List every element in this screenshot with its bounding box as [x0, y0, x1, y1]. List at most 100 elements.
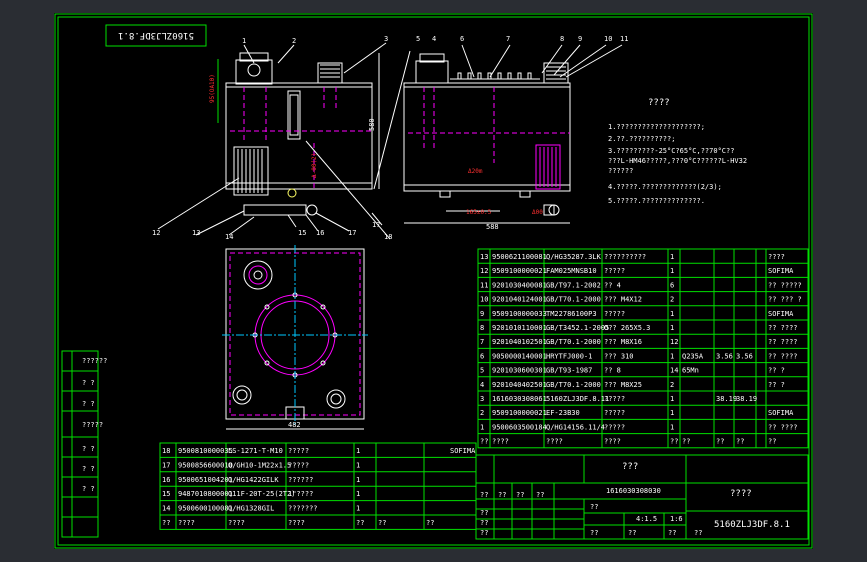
- dim-front-a: 165±0.5: [466, 209, 492, 216]
- parts-cell: 3.56: [716, 352, 733, 360]
- parts-cell: 11: [480, 281, 488, 289]
- left-strip: ?????? ? ? ? ? ????? ? ? ? ? ? ?: [61, 350, 107, 538]
- parts-cell: Q235A: [682, 352, 704, 360]
- suction-filter-side: [233, 146, 269, 196]
- note-5: 4.?????.?????????????(2/3);: [608, 183, 722, 191]
- lower-parts-cell: 16: [162, 476, 170, 484]
- parts-cell: 4: [480, 381, 484, 389]
- parts-cell: 9201030400081: [492, 281, 547, 289]
- strip-label-1: ? ?: [82, 379, 95, 387]
- parts-cell: 1: [670, 395, 674, 403]
- lower-parts-cell: 9487010800001: [178, 490, 233, 498]
- parts-cell: 3.56: [736, 352, 753, 360]
- parts-cell: 9509100000033: [492, 310, 547, 318]
- parts-cell: 12: [670, 338, 678, 346]
- lower-header-cell: ??: [378, 519, 386, 527]
- rotated-code-text: 5160ZLJ3DF.8.1: [118, 30, 194, 40]
- lower-parts-cell: 1: [356, 461, 360, 469]
- parts-header-cell: ????: [492, 438, 509, 446]
- parts-cell: ??? M8X25: [604, 381, 642, 389]
- parts-list-table: 13 9500621100081 Q/HG35287.3LK?????????? 1?…: [477, 248, 809, 449]
- lower-parts-cell: 9500810000035: [178, 447, 233, 455]
- parts-cell: 9: [480, 310, 484, 318]
- parts-cell: 9050000140001: [492, 352, 547, 360]
- note-2: 3.?????????-25°C?65°C,??70°C??: [608, 147, 734, 155]
- parts-cell: O?? 265X5.3: [604, 324, 650, 332]
- front-view: 588 165±0.5 Δ00 Δ20m: [403, 44, 623, 231]
- lower-parts-cell: 9500600100081: [178, 505, 233, 513]
- parts-cell: GB/T3452.1-2005: [546, 324, 609, 332]
- parts-header-cell: ????: [604, 438, 621, 446]
- parts-cell: 1: [670, 253, 674, 261]
- tb-label-0: ??: [480, 491, 488, 499]
- parts-cell: TM22786100P3: [546, 310, 597, 318]
- parts-cell: 3: [480, 395, 484, 403]
- notes-title: ????: [648, 98, 670, 108]
- tb-label-10: ??: [668, 529, 676, 537]
- parts-header-cell: ????: [546, 438, 563, 446]
- lower-header-cell: ??: [356, 519, 364, 527]
- parts-cell: Q/HG35287.3LK: [546, 253, 602, 261]
- balloon-4: 4: [432, 35, 436, 43]
- balloon-14: 14: [225, 233, 233, 241]
- tb-label-2: ??: [516, 491, 524, 499]
- drawing-number: 1616030308030: [606, 487, 661, 495]
- parts-cell: 12: [480, 267, 488, 275]
- balloon-8: 8: [560, 35, 564, 43]
- parts-cell: 8: [480, 324, 484, 332]
- parts-cell: GB/T97.1-2002: [546, 281, 601, 289]
- parts-cell: 5: [480, 367, 484, 375]
- strip-label-6: ? ?: [82, 485, 95, 493]
- parts-cell: ????: [768, 253, 785, 261]
- parts-cell: GB/T70.1-2000: [546, 381, 601, 389]
- parts-cell: 6: [480, 352, 484, 360]
- parts-cell: 10: [480, 296, 488, 304]
- parts-cell: 38.19: [716, 395, 737, 403]
- lower-header-cell: ????: [288, 519, 305, 527]
- parts-cell: ?? ?: [768, 381, 785, 389]
- lower-parts-cell: 1: [356, 490, 360, 498]
- parts-cell: 9509100000021: [492, 409, 547, 417]
- parts-header-cell: ??: [716, 438, 724, 446]
- tb-label-3: ??: [536, 491, 544, 499]
- parts-cell: ?? ?????: [768, 281, 802, 289]
- balloon-5: 5: [416, 35, 420, 43]
- lower-parts-cell: 18: [162, 447, 170, 455]
- parts-cell: 2: [480, 409, 484, 417]
- parts-cell: 7: [480, 338, 484, 346]
- tank-body-front: [403, 82, 571, 192]
- parts-cell: 9509100000021: [492, 267, 547, 275]
- dim-width-front: 588: [486, 223, 499, 231]
- strip-label-2: ? ?: [82, 400, 95, 408]
- tb-label-5: ??: [480, 519, 488, 527]
- balloon-17-right: 17: [372, 221, 380, 229]
- technical-notes: ???? 1.????????????????????; 2.??.??????…: [608, 98, 747, 205]
- balloon-15: 15: [298, 229, 306, 237]
- lower-parts-cell: ???????: [288, 505, 318, 513]
- side-view: 95(OA10) 580 Δ-00(2): [157, 42, 411, 240]
- balloon-6: 6: [460, 35, 464, 43]
- parts-cell: 38.19: [736, 395, 757, 403]
- parts-header-cell: ??: [682, 438, 690, 446]
- parts-cell: GB/T93-1987: [546, 367, 592, 375]
- balloon-3: 3: [384, 35, 388, 43]
- parts-cell: SOFIMA: [768, 310, 794, 318]
- parts-cell: ?????: [604, 423, 625, 431]
- parts-cell: SOFIMA: [768, 409, 794, 417]
- parts-cell: 1: [670, 352, 674, 360]
- parts-cell: ?? ????: [768, 423, 798, 431]
- balloon-10: 10: [604, 35, 612, 43]
- balloon-17: 17: [348, 229, 356, 237]
- note-0: 1.????????????????????;: [608, 123, 705, 131]
- lower-parts-cell: 1"????: [288, 490, 313, 498]
- parts-cell: 9201040124001: [492, 296, 547, 304]
- parts-cell: ?? 8: [604, 367, 621, 375]
- parts-cell: FAM025MNSB10: [546, 267, 597, 275]
- parts-cell: ??????????: [604, 253, 646, 261]
- balloon-9: 9: [578, 35, 582, 43]
- parts-cell: 9201040402501: [492, 381, 547, 389]
- parts-cell: ?????: [604, 310, 625, 318]
- parts-cell: ?? ??? ?: [768, 296, 802, 304]
- parts-cell: 9201010110001: [492, 324, 547, 332]
- tb-label-11: ??: [694, 529, 702, 537]
